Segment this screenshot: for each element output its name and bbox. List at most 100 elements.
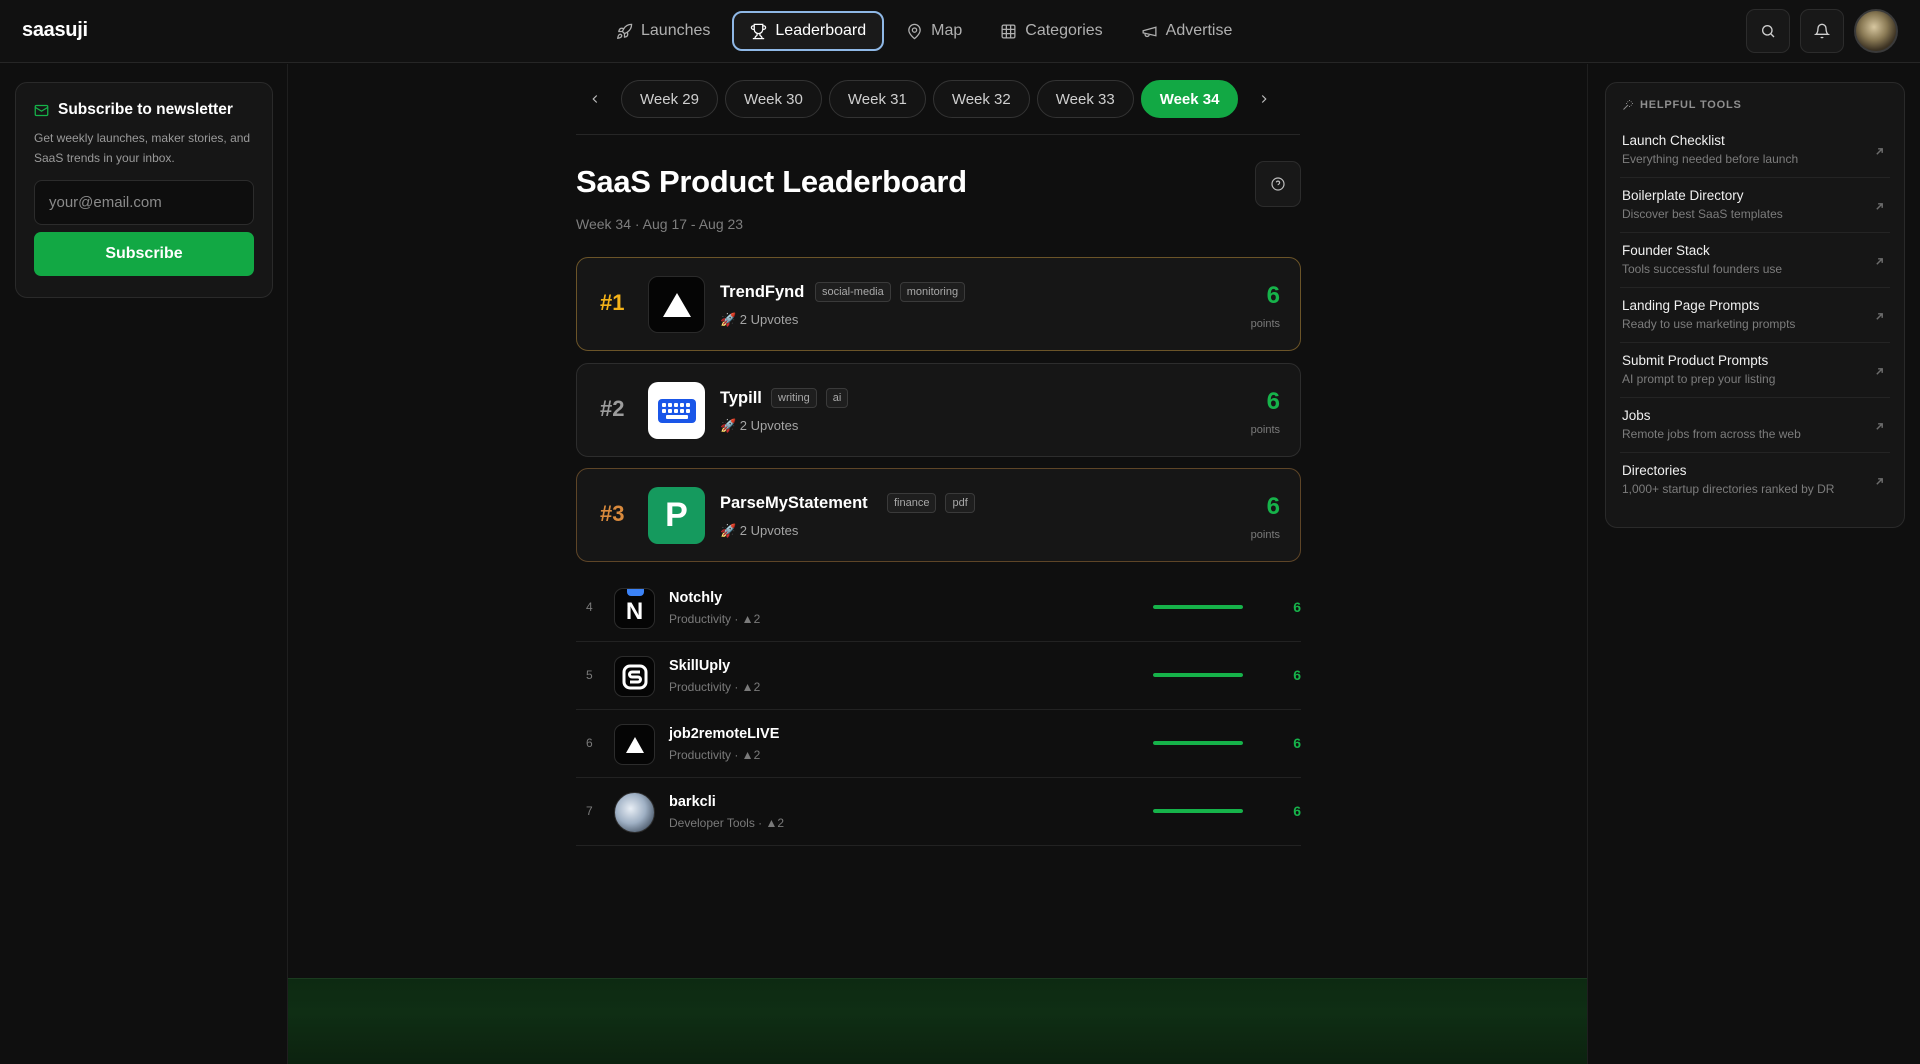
tool-desc: AI prompt to prep your listing bbox=[1622, 372, 1776, 386]
week-tab-29[interactable]: Week 29 bbox=[621, 80, 718, 118]
tool-item-landing-page-prompts[interactable]: Landing Page Prompts Ready to use market… bbox=[1620, 288, 1890, 343]
row-rank: 4 bbox=[586, 600, 593, 614]
list-item[interactable]: 4 N Notchly Productivity · ▲2 6 bbox=[576, 574, 1301, 642]
user-avatar[interactable] bbox=[1854, 9, 1898, 53]
points-label: points bbox=[1250, 529, 1280, 541]
help-button[interactable] bbox=[1255, 161, 1301, 207]
arrow-up-right-icon bbox=[1875, 363, 1884, 375]
tool-item-submit-product-prompts[interactable]: Submit Product Prompts AI prompt to prep… bbox=[1620, 343, 1890, 398]
product-meta: Productivity · ▲2 bbox=[669, 680, 761, 694]
upvote-count: 🚀 2 Upvotes bbox=[720, 312, 799, 327]
arrow-up-right-icon bbox=[1875, 253, 1884, 265]
week-tab-31[interactable]: Week 31 bbox=[828, 80, 926, 118]
list-item[interactable]: 7 barkcli Developer Tools · ▲2 6 bbox=[576, 778, 1301, 846]
newsletter-description: Get weekly launches, maker stories, and … bbox=[34, 131, 251, 165]
tag[interactable]: pdf bbox=[945, 493, 975, 513]
list-item[interactable]: 6 job2remoteLIVE Productivity · ▲2 6 bbox=[576, 710, 1301, 778]
rocket-icon bbox=[617, 23, 633, 39]
arrow-up-right-icon bbox=[1875, 473, 1884, 485]
score-bar bbox=[1153, 809, 1243, 813]
tag[interactable]: monitoring bbox=[899, 282, 966, 302]
arrow-up-right-icon bbox=[1875, 418, 1884, 430]
chevron-right-icon bbox=[1262, 95, 1268, 103]
nav-advertise[interactable]: Advertise bbox=[1125, 11, 1249, 51]
product-name[interactable]: ParseMyStatement bbox=[720, 494, 868, 513]
tag[interactable]: finance bbox=[887, 493, 937, 513]
triangle-logo-icon bbox=[662, 292, 691, 317]
nav-map[interactable]: Map bbox=[890, 11, 978, 51]
tool-item-directories[interactable]: Directories 1,000+ startup directories r… bbox=[1620, 453, 1890, 508]
top-actions bbox=[1746, 9, 1898, 53]
nav-advertise-label: Advertise bbox=[1165, 22, 1233, 39]
score-bar bbox=[1153, 605, 1243, 609]
upvote-count: 🚀 2 Upvotes bbox=[720, 418, 799, 433]
search-button[interactable] bbox=[1746, 9, 1790, 53]
row-rank: 6 bbox=[586, 736, 593, 750]
logo[interactable]: saasuji bbox=[22, 19, 88, 42]
bell-icon bbox=[1814, 23, 1830, 39]
helpful-tools-title: HELPFUL TOOLS bbox=[1640, 99, 1742, 111]
product-tags: writing ai bbox=[771, 388, 849, 408]
rank-label: #3 bbox=[600, 501, 625, 526]
tag[interactable]: ai bbox=[825, 388, 849, 408]
tool-name: Submit Product Prompts bbox=[1622, 353, 1769, 368]
tool-name: Directories bbox=[1622, 463, 1687, 478]
top-product-card-3[interactable]: #3 P ParseMyStatement finance pdf 🚀 2 Up… bbox=[576, 468, 1301, 562]
tool-name: Landing Page Prompts bbox=[1622, 298, 1760, 313]
main-nav: Launches Leaderboard Map Categories Adve… bbox=[600, 11, 1248, 51]
top-product-card-2[interactable]: #2 Typill writing ai 🚀 2 Upvotes 6 point… bbox=[576, 363, 1301, 457]
score-bar-fill bbox=[1153, 741, 1243, 745]
tag[interactable]: writing bbox=[771, 388, 817, 408]
tool-desc: Ready to use marketing prompts bbox=[1622, 317, 1796, 331]
nav-leaderboard[interactable]: Leaderboard bbox=[732, 11, 885, 51]
tool-desc: Tools successful founders use bbox=[1622, 262, 1783, 276]
tag[interactable]: social-media bbox=[815, 282, 891, 302]
previous-week-button[interactable] bbox=[576, 80, 614, 118]
email-field[interactable] bbox=[34, 180, 254, 225]
product-name[interactable]: TrendFynd bbox=[720, 283, 804, 302]
product-logo-skilluply bbox=[614, 656, 655, 697]
product-logo-typill bbox=[648, 382, 705, 439]
product-logo-barkcli bbox=[614, 792, 655, 833]
tool-name: Founder Stack bbox=[1622, 243, 1710, 258]
week-tab-32[interactable]: Week 32 bbox=[932, 80, 1030, 118]
tool-desc: Everything needed before launch bbox=[1622, 152, 1799, 166]
tool-item-boilerplate-directory[interactable]: Boilerplate Directory Discover best SaaS… bbox=[1620, 178, 1890, 233]
top-product-card-1[interactable]: #1 TrendFynd social-media monitoring 🚀 2… bbox=[576, 257, 1301, 351]
nav-launches[interactable]: Launches bbox=[600, 11, 726, 51]
next-week-button[interactable] bbox=[1245, 80, 1283, 118]
points-label: points bbox=[1250, 318, 1280, 330]
product-name[interactable]: Notchly bbox=[669, 590, 722, 606]
product-name[interactable]: SkillUply bbox=[669, 658, 730, 674]
nav-categories[interactable]: Categories bbox=[984, 11, 1118, 51]
top-navbar: saasuji Launches Leaderboard Map Categor… bbox=[0, 0, 1920, 63]
score-bar-fill bbox=[1153, 809, 1243, 813]
nav-categories-label: Categories bbox=[1025, 22, 1103, 39]
notifications-button[interactable] bbox=[1800, 9, 1844, 53]
product-name[interactable]: job2remoteLIVE bbox=[669, 726, 779, 742]
tools-list: Launch Checklist Everything needed befor… bbox=[1620, 123, 1890, 508]
week-tab-34[interactable]: Week 34 bbox=[1140, 80, 1239, 118]
product-logo-job2remotelive bbox=[614, 724, 655, 765]
nav-launches-label: Launches bbox=[641, 22, 711, 39]
product-name[interactable]: Typill bbox=[720, 389, 762, 408]
help-circle-icon bbox=[1271, 177, 1285, 191]
product-name[interactable]: barkcli bbox=[669, 794, 716, 810]
row-rank: 5 bbox=[586, 668, 593, 682]
week-selector: Week 29 Week 30 Week 31 Week 32 Week 33 … bbox=[576, 80, 1300, 118]
page-title: SaaS Product Leaderboard bbox=[576, 164, 967, 199]
chevron-left-icon bbox=[592, 95, 598, 103]
nav-map-label: Map bbox=[931, 22, 963, 39]
tool-item-launch-checklist[interactable]: Launch Checklist Everything needed befor… bbox=[1620, 123, 1890, 178]
week-tab-33[interactable]: Week 33 bbox=[1036, 80, 1134, 118]
tool-item-jobs[interactable]: Jobs Remote jobs from across the web bbox=[1620, 398, 1890, 453]
subscribe-button[interactable]: Subscribe bbox=[34, 232, 254, 276]
list-item[interactable]: 5 SkillUply Productivity · ▲2 6 bbox=[576, 642, 1301, 710]
tool-item-founder-stack[interactable]: Founder Stack Tools successful founders … bbox=[1620, 233, 1890, 288]
week-tab-30[interactable]: Week 30 bbox=[724, 80, 822, 118]
trophy-icon bbox=[751, 23, 767, 39]
footer-banner bbox=[288, 978, 1587, 1064]
row-rank: 7 bbox=[586, 804, 593, 818]
tool-name: Boilerplate Directory bbox=[1622, 188, 1744, 203]
points-value: 6 bbox=[1293, 667, 1301, 683]
